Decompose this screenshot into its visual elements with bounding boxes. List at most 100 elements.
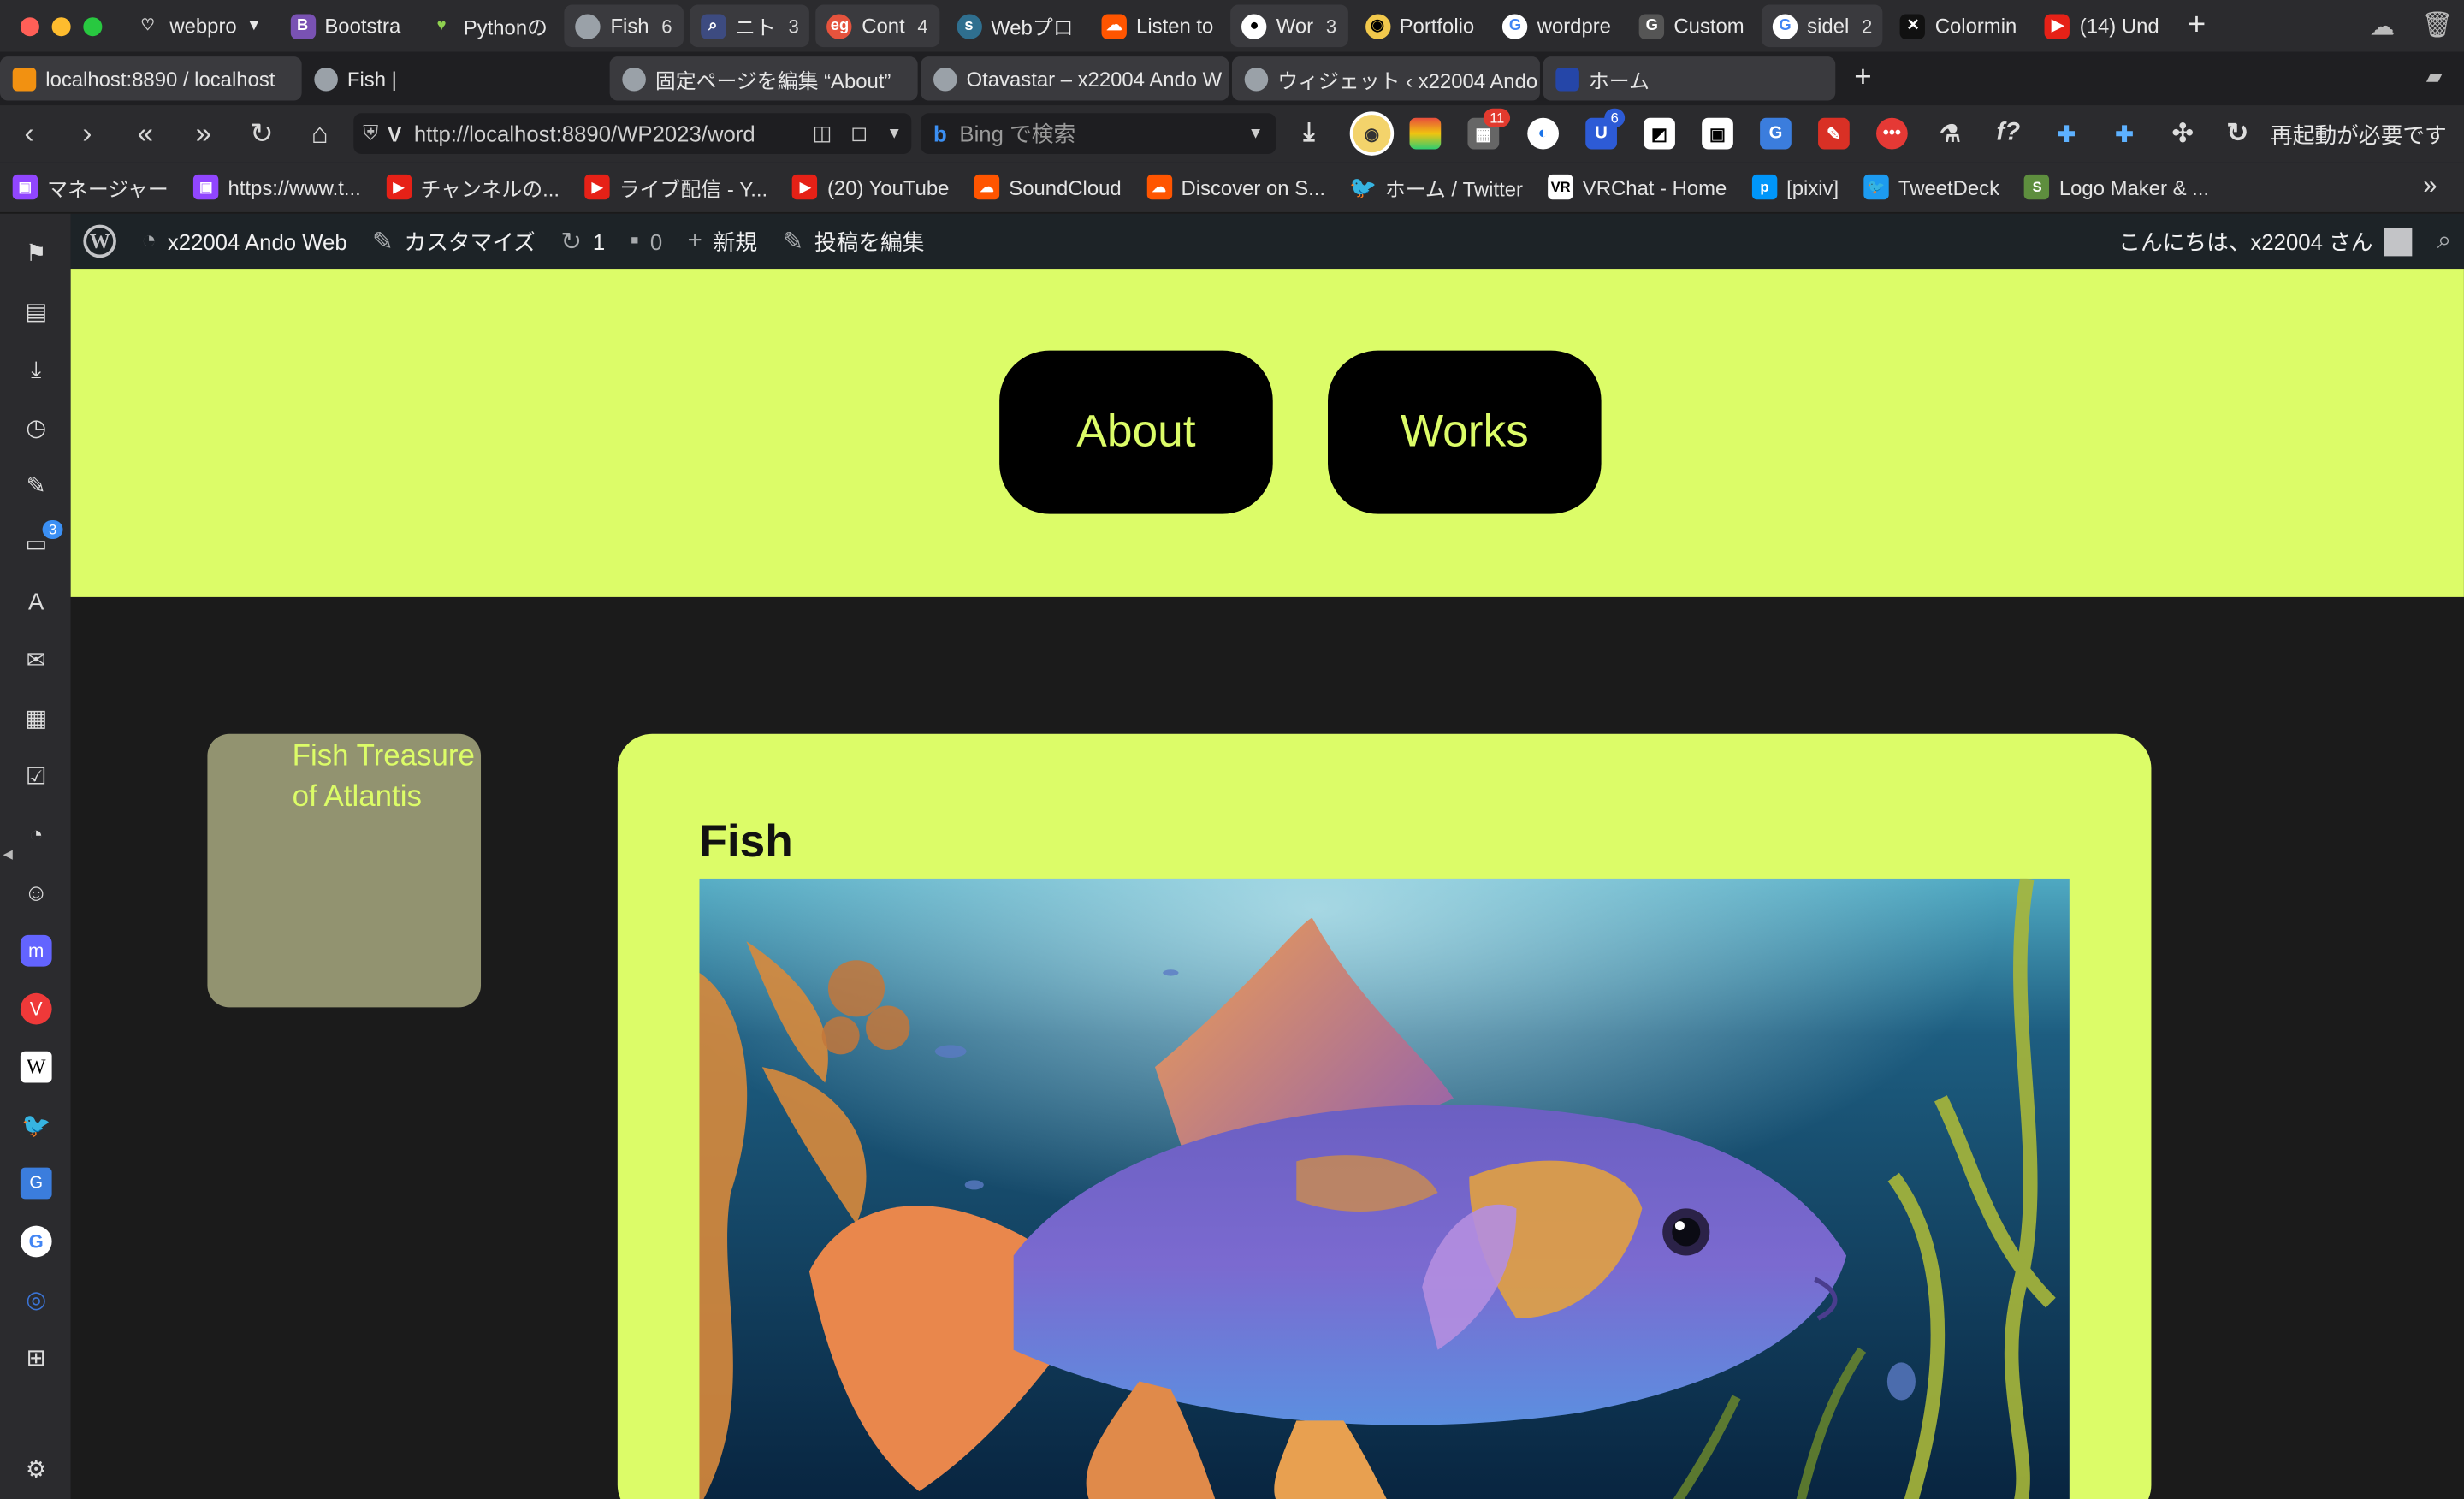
chevron-down-icon[interactable]: ▼: [886, 125, 902, 142]
bookmark-item[interactable]: ☁ SoundCloud: [962, 174, 1134, 200]
profile-avatar[interactable]: ◉: [1349, 111, 1395, 156]
address-bar[interactable]: ⛨ V http://localhost:8890/WP2023/word ◫ …: [353, 113, 912, 154]
settings-gear-icon[interactable]: ⚙: [21, 1454, 52, 1485]
site-name-link[interactable]: ◔ x22004 Ando Web: [129, 227, 360, 255]
extension-icon[interactable]: ✎: [1818, 117, 1850, 150]
bookmark-item[interactable]: ▶ ライブ配信 - Y...: [572, 172, 780, 202]
tab-edit-about[interactable]: 固定ページを編集 “About”: [609, 56, 918, 101]
lock-icon[interactable]: ▰: [2426, 64, 2442, 89]
restart-icon[interactable]: ↻: [2222, 118, 2254, 150]
reload-icon[interactable]: ↻: [233, 110, 291, 157]
chevron-down-icon[interactable]: ▼: [1248, 125, 1264, 142]
rewind-icon[interactable]: «: [116, 110, 175, 157]
rss-icon[interactable]: ◫: [813, 121, 832, 145]
nav-works-button[interactable]: Works: [1328, 350, 1602, 514]
extension-icon[interactable]: ✚: [2051, 118, 2082, 150]
tab-wor-stack[interactable]: ● Wor 3: [1230, 4, 1348, 48]
forward-icon[interactable]: ›: [58, 110, 116, 157]
bookmark-item[interactable]: VR VRChat - Home: [1536, 174, 1739, 200]
downloads-icon[interactable]: ⤓: [21, 353, 52, 385]
updates-link[interactable]: ↻ 1: [548, 226, 618, 258]
translate-icon[interactable]: G: [20, 1167, 52, 1200]
tab-colormind[interactable]: ✕ Colormin: [1889, 5, 2028, 48]
back-icon[interactable]: ‹: [0, 110, 58, 157]
bookmark-item[interactable]: 🐦 TweetDeck: [1851, 174, 2012, 200]
my-account-link[interactable]: こんにちは、x22004 さん: [2106, 226, 2426, 258]
bookmark-item[interactable]: ▣ マネージャー: [0, 172, 181, 202]
tab-bootstrap[interactable]: B Bootstra: [279, 5, 412, 48]
notes-icon[interactable]: ✎: [21, 470, 52, 501]
more-bookmarks-icon[interactable]: »: [2423, 173, 2437, 201]
history-icon[interactable]: ◷: [21, 412, 52, 443]
nav-about-button[interactable]: About: [999, 350, 1273, 514]
url-text[interactable]: http://localhost:8890/WP2023/word: [414, 121, 803, 145]
fast-forward-icon[interactable]: »: [175, 110, 233, 157]
calendar-icon[interactable]: ▦: [21, 702, 52, 734]
web-panel-icon[interactable]: ◎: [21, 1284, 52, 1316]
tab-fish-stack[interactable]: Fish 6: [565, 4, 684, 48]
wordpress-logo-icon[interactable]: W: [71, 224, 129, 258]
tab-widgets[interactable]: ウィジェット ‹ x22004 Ando: [1231, 56, 1540, 101]
twitter-icon[interactable]: 🐦: [21, 1110, 52, 1141]
search-box[interactable]: b Bing で検索 ▼: [921, 113, 1276, 154]
shield-icon[interactable]: ⛨: [363, 121, 378, 145]
translate-panel-icon[interactable]: A: [21, 586, 52, 618]
puzzle-icon[interactable]: ✣: [2167, 118, 2199, 150]
google-icon[interactable]: G: [20, 1225, 52, 1258]
mail-icon[interactable]: ✉: [21, 644, 52, 676]
tab-web-pro[interactable]: s Webプロ: [945, 5, 1085, 48]
bookmark-item[interactable]: ☁ Discover on S...: [1134, 174, 1337, 200]
bookmark-item[interactable]: S Logo Maker & ...: [2012, 174, 2222, 200]
tab-custom[interactable]: G Custom: [1628, 5, 1755, 48]
tab-cont-stack[interactable]: eg Cont 4: [815, 4, 939, 48]
new-content-link[interactable]: + 新規: [675, 226, 770, 258]
collapse-panel-icon[interactable]: ◀: [3, 847, 13, 862]
comments-link[interactable]: ▪ 0: [618, 227, 675, 255]
new-tab-plus-icon[interactable]: +: [1842, 56, 1885, 100]
home-icon[interactable]: ⌂: [291, 110, 349, 157]
tab-otavastar[interactable]: Otavastar – x22004 Ando W: [921, 56, 1229, 101]
bookmark-item[interactable]: ▣ https://www.t...: [181, 174, 373, 200]
translate-icon[interactable]: G: [1760, 117, 1792, 150]
bookmark-item[interactable]: ▶ (20) YouTube: [780, 174, 962, 200]
extension-icon[interactable]: ◐: [1527, 117, 1560, 150]
bookmark-item[interactable]: 🐦 ホーム / Twitter: [1338, 172, 1536, 202]
edit-post-link[interactable]: ✎ 投稿を編集: [770, 226, 937, 258]
tab-youtube[interactable]: ▶ (14) Und: [2034, 5, 2170, 48]
tab-sidebar-stack[interactable]: Gsidel 2: [1761, 4, 1884, 48]
sidebar-widget[interactable]: Fish Treasure of Atlantis: [207, 733, 482, 1008]
extension-icon[interactable]: ⚗: [1934, 118, 1966, 150]
vivaldi-icon[interactable]: V: [20, 992, 52, 1025]
wikipedia-icon[interactable]: W: [20, 1051, 52, 1083]
tab-webpro[interactable]: ♡ webpro ▼: [124, 5, 273, 48]
tab-phpmyadmin[interactable]: localhost:8890 / localhost: [0, 56, 302, 101]
customize-link[interactable]: ✎ カスタマイズ: [359, 226, 548, 258]
bookmark-item[interactable]: ▶ チャンネルの...: [373, 172, 572, 202]
add-panel-icon[interactable]: ⊞: [21, 1342, 52, 1374]
bookmark-item[interactable]: p [pixiv]: [1739, 174, 1851, 200]
tab-home[interactable]: ホーム: [1543, 56, 1836, 101]
new-tab-plus-icon[interactable]: +: [2177, 5, 2217, 48]
tab-fish-page[interactable]: Fish |: [302, 56, 610, 100]
close-window-button[interactable]: [20, 16, 39, 36]
extension-icon[interactable]: ✚: [2109, 118, 2141, 150]
minimize-window-button[interactable]: [51, 16, 71, 36]
search-icon[interactable]: ⌕: [2425, 227, 2464, 255]
chat-icon[interactable]: •••: [1876, 117, 1908, 150]
tab-listen-to[interactable]: ☁ Listen to: [1091, 5, 1224, 48]
feeds-icon[interactable]: ◔: [21, 819, 52, 850]
download-icon[interactable]: ⤓: [1294, 118, 1325, 150]
tab-search-stack[interactable]: ⌕ ニト 3: [689, 4, 810, 48]
function-icon[interactable]: f?: [1993, 118, 2024, 150]
maximize-window-button[interactable]: [83, 16, 103, 36]
tasks-icon[interactable]: ☑: [21, 761, 52, 792]
bookmark-panel-icon[interactable]: ⚑: [21, 237, 52, 269]
tab-wordpress[interactable]: Gwordpre: [1491, 5, 1621, 48]
cloud-icon[interactable]: ☁: [2370, 11, 2395, 43]
tab-portfolio[interactable]: ◉ Portfolio: [1353, 5, 1485, 48]
bookmark-icon[interactable]: ◻: [850, 121, 868, 145]
tab-python[interactable]: ♥ Pythonの: [418, 5, 559, 48]
trash-icon[interactable]: 🗑: [2421, 9, 2453, 41]
mastodon-icon[interactable]: m: [20, 934, 52, 967]
extension-icon[interactable]: ◩: [1644, 117, 1675, 150]
